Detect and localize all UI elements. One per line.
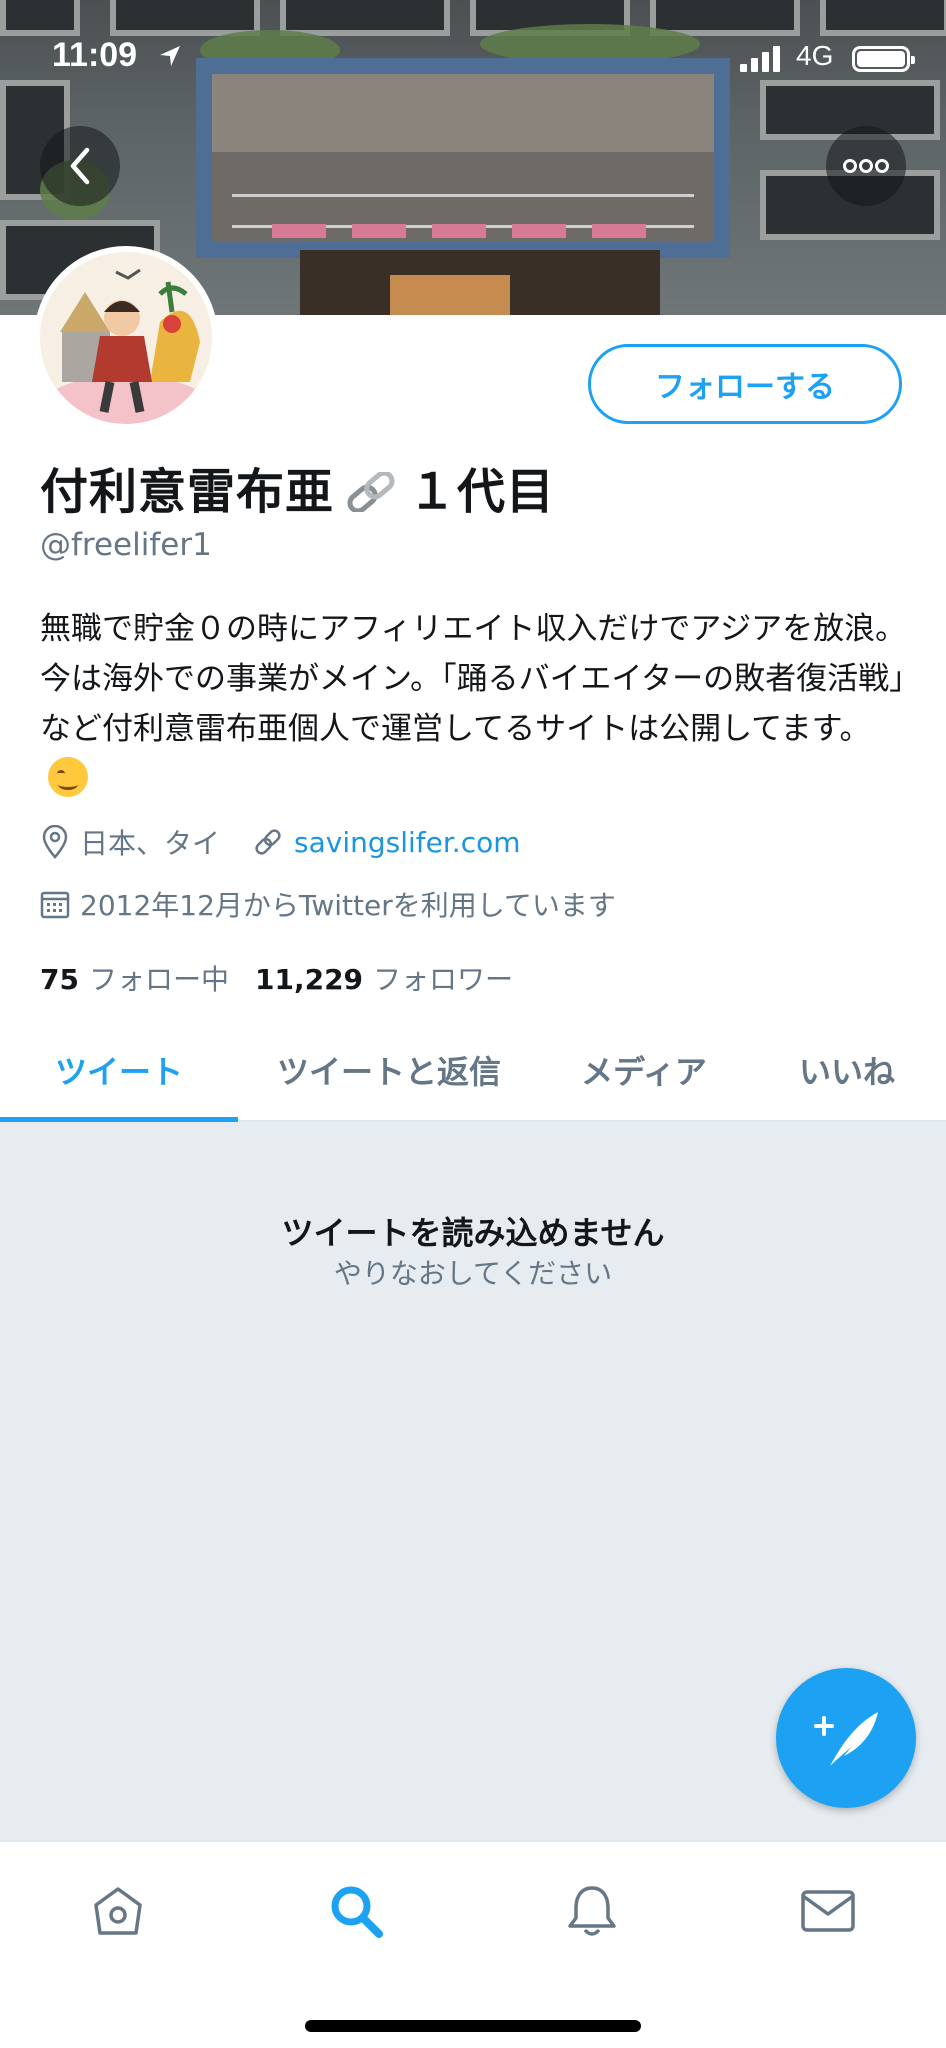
bio-text: 無職で貯金０の時にアフィリエイト収入だけでアジアを放浪。今は海外での事業がメイン… [40,611,907,747]
location-text: 日本、タイ [80,827,221,860]
more-options-button[interactable] [826,126,906,206]
follow-button[interactable]: フォローする [588,344,902,424]
network-type: 4G [796,40,834,71]
link-chain-icon [255,829,281,855]
avatar[interactable] [34,246,218,430]
nav-home[interactable] [78,1876,158,1946]
profile-tabs: ツイート ツイートと返信 メディア いいね [0,1020,946,1122]
calendar-icon [40,891,70,919]
bell-icon [568,1886,616,1936]
status-time: 11:09 [52,36,138,74]
smiling-face-icon [48,757,88,797]
following-link[interactable]: 75 フォロー中 [40,963,255,996]
search-icon [331,1886,383,1938]
user-handle: @freelifer1 [40,527,212,563]
status-bar: 11:09 4G [0,0,946,110]
home-indicator [305,2020,641,2032]
more-dots-icon [843,159,889,173]
mail-icon [801,1890,855,1932]
nav-messages[interactable] [788,1876,868,1946]
back-button[interactable] [40,126,120,206]
nav-notifications[interactable] [552,1876,632,1946]
nav-search[interactable] [316,1876,396,1946]
battery-icon [852,46,915,72]
following-count: 75 [40,963,79,996]
joined-row: 2012年12月からTwitterを利用しています [40,884,616,924]
tab-media[interactable]: メディア [540,1020,748,1120]
compose-tweet-button[interactable] [776,1668,916,1808]
compose-tweet-icon [814,1712,878,1766]
followers-link[interactable]: 11,229 フォロワー [255,963,539,996]
chevron-left-icon [70,147,90,185]
bio: 無職で貯金０の時にアフィリエイト収入だけでアジアを放浪。今は海外での事業がメイン… [40,604,910,804]
joined-text: 2012年12月からTwitterを利用しています [80,889,616,922]
tab-likes[interactable]: いいね [748,1020,946,1120]
bottom-nav [0,1840,946,2048]
feed-error-title: ツイートを読み込めません [281,1214,665,1252]
display-name-text: 付利意雷布亜 [40,464,335,520]
avatar-illustration [40,252,212,424]
followers-count: 11,229 [254,963,364,996]
followers-label: フォロワー [373,963,514,996]
feed-error-subtitle[interactable]: やりなおしてください [0,1252,946,1292]
profile-meta-row: 日本、タイ savingslifer.com [40,822,521,862]
location-arrow-icon [160,46,180,66]
tab-tweets-and-replies[interactable]: ツイートと返信 [238,1020,540,1120]
website-link[interactable]: savingslifer.com [294,826,521,859]
signal-icon [740,46,780,72]
location-pin-icon [42,825,68,859]
display-name: 付利意雷布亜 １代目 [40,452,555,522]
following-label: フォロー中 [88,963,229,996]
display-name-suffix: １代目 [408,464,556,520]
home-icon [94,1887,142,1935]
follow-counts: 75 フォロー中 11,229 フォロワー [40,958,539,998]
tab-tweets[interactable]: ツイート [0,1020,238,1122]
link-icon [347,472,395,512]
